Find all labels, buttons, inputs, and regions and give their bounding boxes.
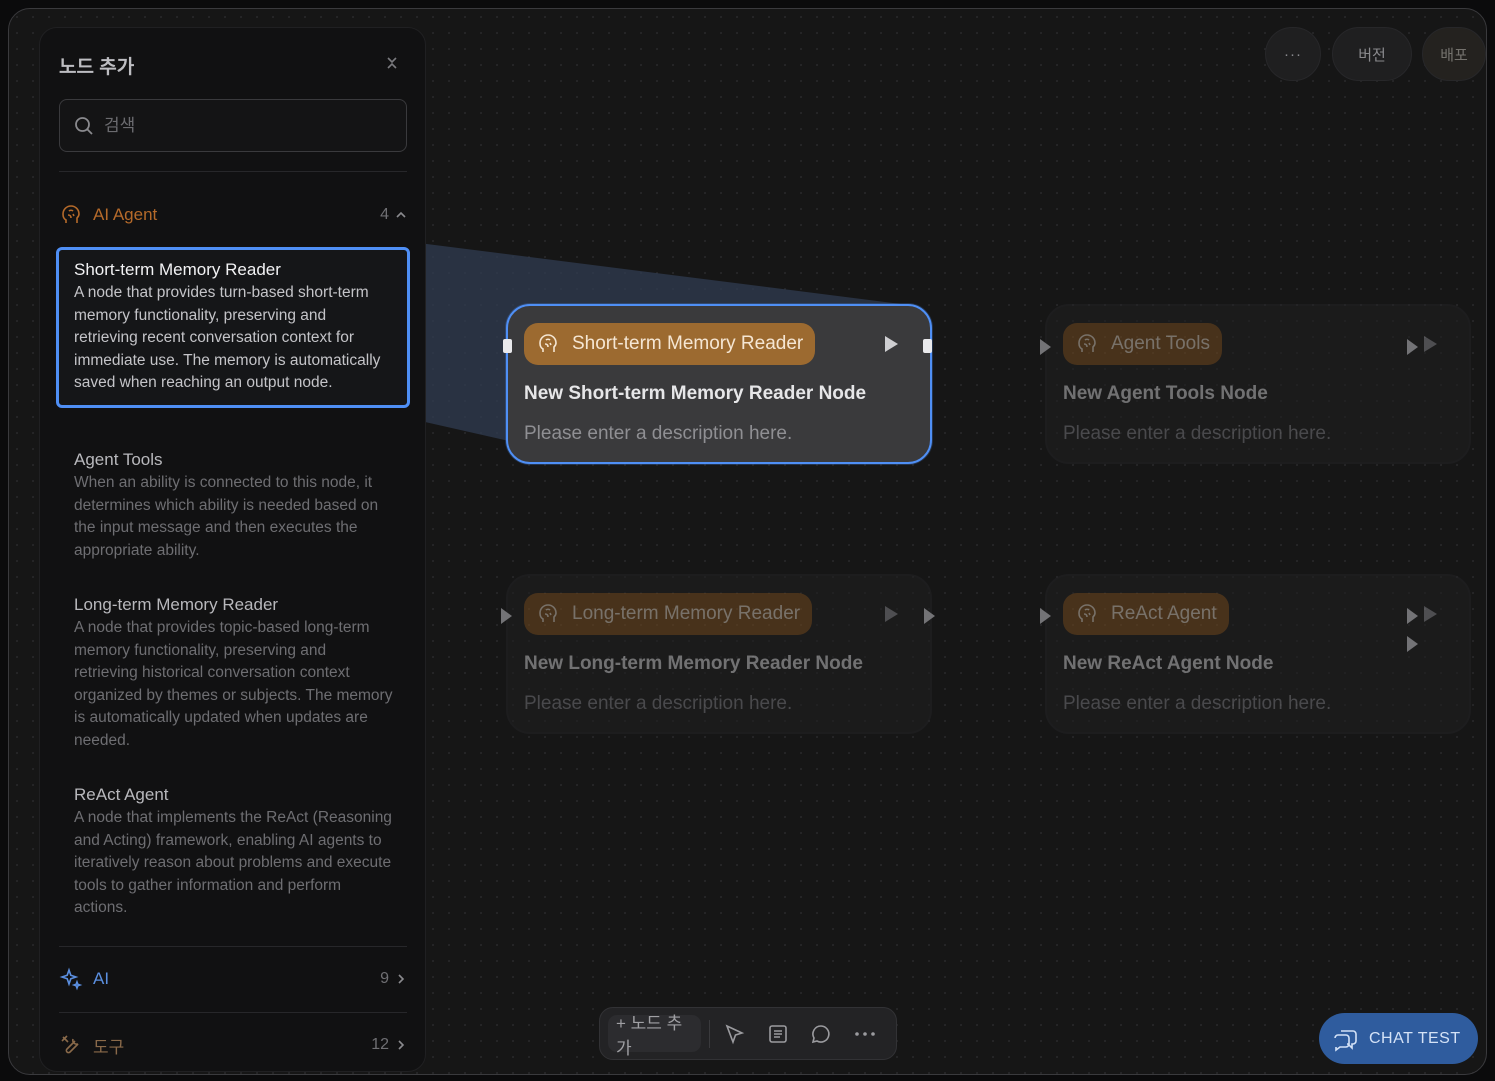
node-type-pill: Long-term Memory Reader bbox=[524, 593, 813, 635]
category-name: 도구 bbox=[93, 1037, 125, 1057]
input-port[interactable] bbox=[501, 608, 512, 624]
node-title[interactable]: New Short-term Memory Reader Node bbox=[524, 383, 866, 405]
item-name: Agent Tools bbox=[74, 450, 163, 469]
run-node-button[interactable] bbox=[1424, 606, 1437, 622]
list-item-react-agent[interactable]: ReAct Agent A node that implements the R… bbox=[56, 775, 410, 930]
output-port[interactable] bbox=[1407, 608, 1418, 624]
node-long-term-memory-reader[interactable]: Long-term Memory Reader New Long-term Me… bbox=[506, 574, 932, 734]
pointer-icon[interactable] bbox=[722, 1021, 746, 1047]
category-count: 12 bbox=[371, 1036, 389, 1053]
category-tools[interactable]: 도구 12 bbox=[59, 1030, 407, 1060]
node-type-pill: Short-term Memory Reader bbox=[524, 323, 816, 365]
more-options-button[interactable]: ··· bbox=[1265, 27, 1321, 81]
item-description: A node that implements the ReAct (Reason… bbox=[74, 809, 392, 917]
chevron-right-icon[interactable] bbox=[395, 1038, 407, 1050]
node-type-pill: ReAct Agent bbox=[1063, 593, 1229, 635]
comment-icon[interactable] bbox=[809, 1021, 833, 1047]
divider bbox=[59, 171, 407, 172]
close-icon[interactable] bbox=[384, 54, 400, 72]
run-node-button[interactable] bbox=[1424, 336, 1437, 352]
deploy-button[interactable]: 배포 bbox=[1422, 27, 1486, 81]
brain-icon bbox=[536, 332, 560, 356]
node-react-agent[interactable]: ReAct Agent New ReAct Agent Node Please … bbox=[1045, 574, 1471, 734]
chat-test-button[interactable]: CHAT TEST bbox=[1319, 1013, 1478, 1064]
item-name: Short-term Memory Reader bbox=[74, 260, 281, 279]
node-description[interactable]: Please enter a description here. bbox=[524, 423, 792, 445]
node-title[interactable]: New ReAct Agent Node bbox=[1063, 653, 1273, 675]
add-node-panel: 노드 추가 AI Agent 4 Short-term Memory Reade… bbox=[39, 27, 426, 1072]
chevron-up-icon[interactable] bbox=[395, 208, 407, 220]
brain-icon bbox=[1075, 332, 1099, 356]
input-port[interactable] bbox=[503, 339, 512, 353]
node-description[interactable]: Please enter a description here. bbox=[1063, 423, 1331, 445]
search-icon bbox=[74, 116, 94, 136]
node-type-label: Long-term Memory Reader bbox=[572, 603, 801, 624]
node-type-label: Agent Tools bbox=[1111, 333, 1210, 354]
node-short-term-memory-reader[interactable]: Short-term Memory Reader New Short-term … bbox=[506, 304, 932, 464]
divider bbox=[709, 1019, 711, 1048]
item-description: A node that provides topic-based long-te… bbox=[74, 619, 393, 749]
item-description: When an ability is connected to this nod… bbox=[74, 474, 379, 559]
node-title[interactable]: New Long-term Memory Reader Node bbox=[524, 653, 863, 675]
category-name: AI Agent bbox=[93, 205, 158, 224]
chat-test-label: CHAT TEST bbox=[1369, 1029, 1461, 1047]
chat-icon bbox=[1331, 1025, 1359, 1053]
panel-title: 노드 추가 bbox=[59, 57, 135, 78]
bottom-toolbar: + 노드 추가 bbox=[599, 1007, 897, 1060]
node-title[interactable]: New Agent Tools Node bbox=[1063, 383, 1268, 405]
category-ai[interactable]: AI 9 bbox=[59, 964, 407, 994]
search-input[interactable] bbox=[104, 115, 384, 136]
add-node-button[interactable]: + 노드 추가 bbox=[608, 1014, 702, 1058]
brain-icon bbox=[536, 602, 560, 626]
brain-icon bbox=[1075, 602, 1099, 626]
node-type-pill: Agent Tools bbox=[1063, 323, 1222, 365]
search-box[interactable] bbox=[59, 99, 407, 152]
tools-icon bbox=[59, 1033, 83, 1057]
node-type-label: ReAct Agent bbox=[1111, 603, 1217, 624]
input-port[interactable] bbox=[1040, 608, 1051, 624]
category-count: 9 bbox=[380, 970, 389, 987]
output-port[interactable] bbox=[923, 339, 932, 353]
list-item-short-term-memory-reader[interactable]: Short-term Memory Reader A node that pro… bbox=[56, 247, 410, 408]
item-name: ReAct Agent bbox=[74, 785, 169, 804]
category-count: 4 bbox=[380, 206, 389, 223]
divider bbox=[59, 946, 407, 947]
category-name: AI bbox=[93, 969, 110, 988]
list-item-agent-tools[interactable]: Agent Tools When an ability is connected… bbox=[56, 440, 410, 572]
output-port[interactable] bbox=[1407, 339, 1418, 355]
divider bbox=[59, 1012, 407, 1013]
node-description[interactable]: Please enter a description here. bbox=[1063, 693, 1331, 715]
output-port[interactable] bbox=[1407, 636, 1418, 652]
item-name: Long-term Memory Reader bbox=[74, 595, 279, 614]
more-icon[interactable] bbox=[853, 1021, 877, 1047]
list-item-long-term-memory-reader[interactable]: Long-term Memory Reader A node that prov… bbox=[56, 585, 410, 763]
version-button[interactable]: 버전 bbox=[1332, 27, 1412, 81]
sparkle-icon bbox=[59, 967, 83, 991]
category-ai-agent[interactable]: AI Agent 4 bbox=[59, 200, 407, 230]
node-agent-tools[interactable]: Agent Tools New Agent Tools Node Please … bbox=[1045, 304, 1471, 464]
note-icon[interactable] bbox=[766, 1021, 790, 1047]
node-type-label: Short-term Memory Reader bbox=[572, 333, 804, 354]
item-description: A node that provides turn-based short-te… bbox=[74, 284, 381, 392]
node-description[interactable]: Please enter a description here. bbox=[524, 693, 792, 715]
run-node-button[interactable] bbox=[885, 336, 898, 352]
output-port[interactable] bbox=[924, 608, 935, 624]
chevron-right-icon[interactable] bbox=[395, 972, 407, 984]
canvas[interactable]: ··· 버전 배포 Short-term Memory Reader New S… bbox=[8, 8, 1487, 1075]
brain-icon bbox=[59, 203, 83, 227]
input-port[interactable] bbox=[1040, 339, 1051, 355]
run-node-button[interactable] bbox=[885, 606, 898, 622]
